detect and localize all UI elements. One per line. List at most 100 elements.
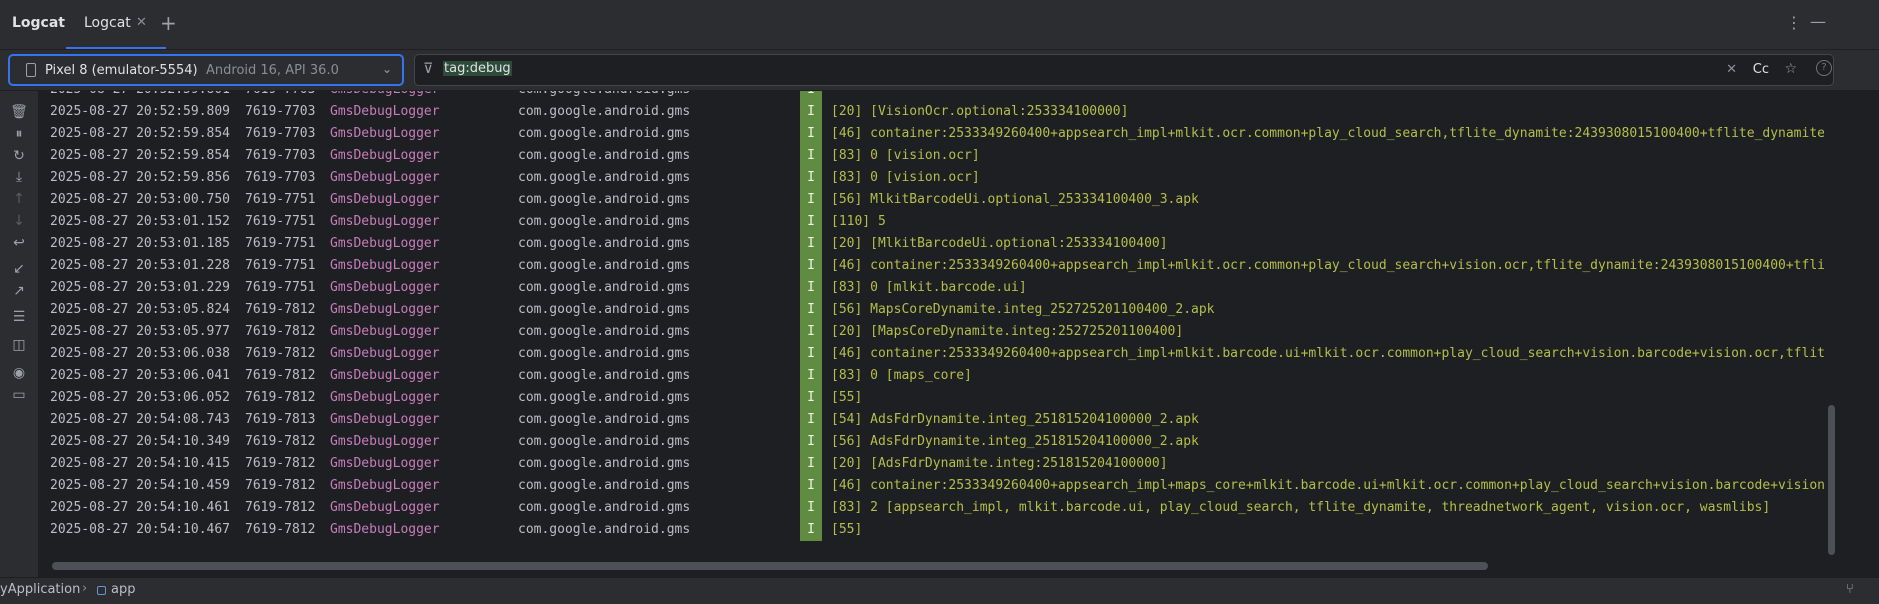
log-message: [56] MapsCoreDynamite.integ_252725201100… [831,302,1215,317]
screenshot-icon[interactable]: ◉ [9,363,29,383]
log-pid: 7619-7703 [245,148,316,163]
log-time: 2025-08-27 20:52:59.854 [50,126,231,141]
log-row[interactable]: 2025-08-27 20:54:10.415 7619-7812 GmsDebug… [40,453,1824,475]
clear-filter-icon[interactable]: ✕ [1726,62,1737,77]
log-pid: 7619-7812 [245,390,316,405]
device-selector[interactable]: Pixel 8 (emulator-5554) Android 16, API … [8,54,404,86]
log-package: com.google.android.gms [518,148,691,163]
log-row[interactable]: 2025-08-27 20:53:06.041 7619-7812 GmsDebug… [40,365,1824,387]
log-message: [46] container:2533349260400+appsearch_i… [831,258,1824,273]
log-view[interactable]: 2025-08-27 20:52:59.801 7619-7703 GmsDeb… [40,91,1824,558]
log-row[interactable]: 2025-08-27 20:54:10.461 7619-7812 GmsDebug… [40,497,1824,519]
log-message: [46] container:2533349260400+appsearch_i… [831,126,1824,141]
log-level: I [800,211,822,233]
breadcrumb-separator: › [82,581,88,596]
chevron-down-icon: ⌄ [381,62,392,76]
log-row[interactable]: 2025-08-27 20:52:59.854 7619-7703 GmsDebug… [40,123,1824,145]
log-tag: GmsDebugLogger [330,434,440,449]
restart-icon[interactable]: ↻ [9,146,29,166]
more-options-icon[interactable]: ⋮ [1786,13,1802,32]
log-pid: 7619-7703 [245,91,315,101]
vertical-scrollbar[interactable] [1826,91,1838,558]
log-time: 2025-08-27 20:53:01.228 [50,258,231,273]
log-tag: GmsDebugLogger [330,346,440,361]
log-tag: GmsDebugLogger [330,236,440,251]
log-package: com.google.android.gms [518,170,691,185]
log-row[interactable]: 2025-08-27 20:53:05.977 7619-7812 GmsDebug… [40,321,1824,343]
log-row[interactable]: 2025-08-27 20:53:06.038 7619-7812 GmsDebug… [40,343,1824,365]
log-tag: GmsDebugLogger [330,258,440,273]
log-time: 2025-08-27 20:53:06.052 [50,390,231,405]
log-message: [46] container:2533349260400+appsearch_i… [831,478,1824,493]
log-tag: GmsDebugLogger [330,368,440,383]
match-case-button[interactable]: Cc [1753,62,1769,77]
minimize-icon[interactable]: — [1810,12,1826,31]
vertical-scroll-thumb[interactable] [1828,405,1835,555]
split-panels-icon[interactable]: ◫ [9,335,29,355]
log-row[interactable]: 2025-08-27 20:53:05.824 7619-7812 GmsDebug… [40,299,1824,321]
filter-input[interactable]: ⊽ tag:debug ✕ Cc ☆ [414,54,1834,86]
log-package: com.google.android.gms [518,478,691,493]
log-message: [83] 0 [vision.ocr] [831,170,980,185]
log-pid: 7619-7751 [245,214,316,229]
tab-logcat[interactable]: Logcat ✕ [66,0,166,49]
filter-icon[interactable]: ⊽ [423,61,433,77]
help-icon[interactable]: ? [1816,60,1832,76]
log-package: com.google.android.gms [518,192,691,207]
log-pid: 7619-7751 [245,236,316,251]
horizontal-scrollbar[interactable] [40,560,1826,572]
down-icon[interactable]: ↓ [9,211,29,231]
log-row[interactable]: 2025-08-27 20:54:10.467 7619-7812 GmsDebug… [40,519,1824,541]
log-pid: 7619-7703 [245,104,316,119]
log-row[interactable]: 2025-08-27 20:53:00.750 7619-7751 GmsDebug… [40,189,1824,211]
log-pid: 7619-7751 [245,192,316,207]
log-time: 2025-08-27 20:53:05.824 [50,302,231,317]
breadcrumb-project[interactable]: yApplication [0,582,80,597]
horizontal-scroll-thumb[interactable] [52,562,1488,570]
import-icon[interactable]: ↙ [9,259,29,279]
log-row[interactable]: 2025-08-27 20:53:01.229 7619-7751 GmsDebug… [40,277,1824,299]
log-row[interactable]: 2025-08-27 20:53:01.152 7619-7751 GmsDebug… [40,211,1824,233]
soft-wrap-icon[interactable]: ↩ [9,233,29,253]
log-row[interactable]: 2025-08-27 20:52:59.856 7619-7703 GmsDebug… [40,167,1824,189]
filter-query[interactable]: tag:debug [443,61,512,76]
log-row[interactable]: 2025-08-27 20:54:08.743 7619-7813 GmsDebug… [40,409,1824,431]
pause-icon[interactable]: ⏸ [9,124,29,144]
tab-close-icon[interactable]: ✕ [136,15,147,30]
scroll-to-end-icon[interactable]: ⤓ [9,167,29,187]
settings-icon[interactable]: ☰ [9,307,29,327]
log-time: 2025-08-27 20:53:01.185 [50,236,231,251]
log-row[interactable]: 2025-08-27 20:54:10.459 7619-7812 GmsDebug… [40,475,1824,497]
export-icon[interactable]: ↗ [9,281,29,301]
log-level: I [800,387,822,409]
log-row[interactable]: 2025-08-27 20:52:59.801 7619-7703 GmsDeb… [40,91,1824,101]
log-level: I [800,475,822,497]
log-time: 2025-08-27 20:54:08.743 [50,412,231,427]
toolwindow-title: Logcat [12,15,65,31]
log-package: com.google.android.gms [518,324,691,339]
module-icon [97,586,106,595]
log-row[interactable]: 2025-08-27 20:52:59.809 7619-7703 GmsDebug… [40,101,1824,123]
log-row[interactable]: 2025-08-27 20:53:01.228 7619-7751 GmsDebug… [40,255,1824,277]
log-pid: 7619-7813 [245,412,316,427]
log-time: 2025-08-27 20:52:59.854 [50,148,231,163]
log-package: com.google.android.gms [518,91,690,101]
log-tag: GmsDebugLogger [330,412,440,427]
git-branch-icon[interactable]: ⑂ [1846,582,1854,597]
clear-icon[interactable]: 🗑 [9,102,29,122]
favorite-star-icon[interactable]: ☆ [1784,61,1797,77]
log-row[interactable]: 2025-08-27 20:54:10.349 7619-7812 GmsDebug… [40,431,1824,453]
log-row[interactable]: 2025-08-27 20:52:59.854 7619-7703 GmsDebug… [40,145,1824,167]
screen-record-icon[interactable]: ▭ [9,385,29,405]
log-package: com.google.android.gms [518,522,691,537]
add-tab-icon[interactable]: + [160,11,177,35]
log-row[interactable]: 2025-08-27 20:53:01.185 7619-7751 GmsDebug… [40,233,1824,255]
log-package: com.google.android.gms [518,302,691,317]
log-time: 2025-08-27 20:53:05.977 [50,324,231,339]
log-tag: GmsDebugLogger [330,104,440,119]
up-icon[interactable]: ↑ [9,189,29,209]
log-time: 2025-08-27 20:52:59.856 [50,170,231,185]
log-row[interactable]: 2025-08-27 20:53:06.052 7619-7812 GmsDebug… [40,387,1824,409]
breadcrumb-module[interactable]: app [111,582,135,597]
log-package: com.google.android.gms [518,258,691,273]
